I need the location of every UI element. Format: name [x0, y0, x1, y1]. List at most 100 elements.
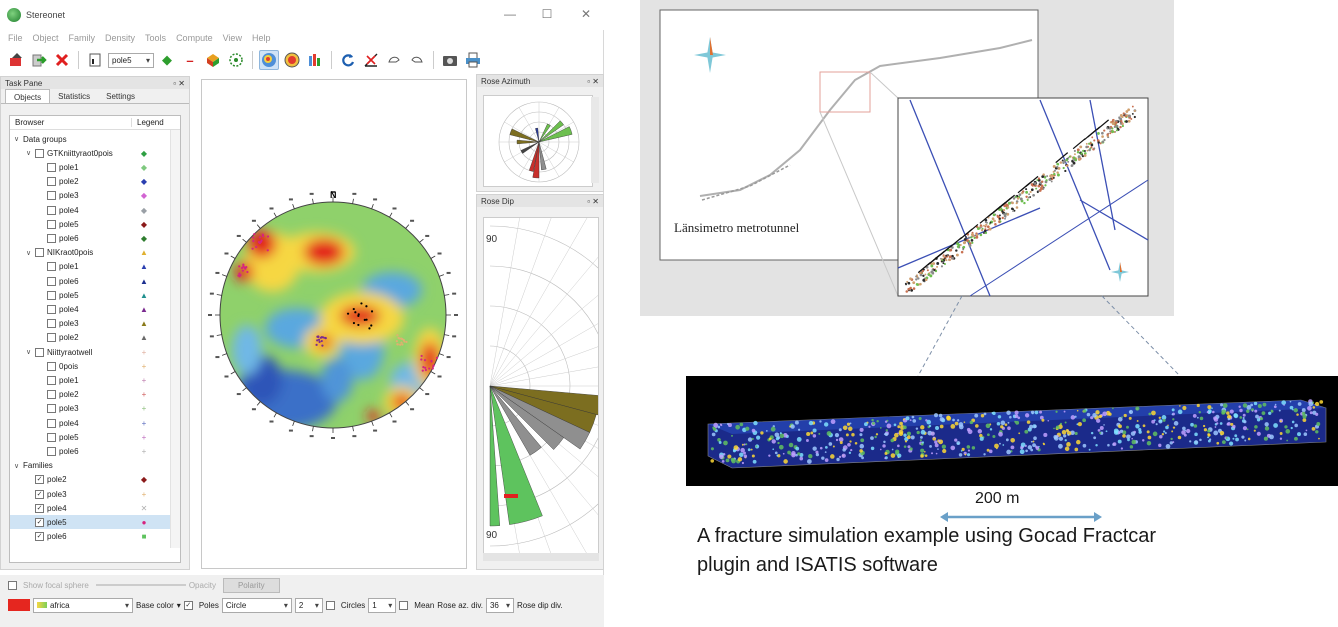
tree-checkbox[interactable]: ✓ — [35, 503, 44, 513]
expand-chevron-icon[interactable]: ∨ — [26, 249, 35, 257]
pole-shape-select[interactable]: Circle — [221, 597, 292, 613]
expand-chevron-icon[interactable]: ∨ — [26, 348, 35, 356]
tree-row[interactable]: pole1 ▲ — [10, 260, 180, 274]
tree-checkbox[interactable] — [47, 177, 56, 187]
camera-icon[interactable] — [440, 50, 460, 70]
tree-row[interactable]: pole3 ◆ — [10, 189, 180, 203]
rotate-icon[interactable] — [338, 50, 358, 70]
tree-checkbox[interactable]: ✓ — [35, 489, 44, 499]
tree-row[interactable]: pole4 + — [10, 416, 180, 430]
tree-checkbox[interactable] — [35, 148, 44, 158]
expand-chevron-icon[interactable]: ∨ — [14, 462, 23, 470]
tab-statistics[interactable]: Statistics — [50, 89, 98, 103]
tree-checkbox[interactable] — [47, 304, 56, 314]
tree-row[interactable]: pole2 + — [10, 388, 180, 402]
histogram-icon[interactable] — [305, 50, 325, 70]
menu-object[interactable]: Object — [33, 33, 59, 43]
tree-checkbox[interactable] — [47, 205, 56, 215]
rose-azimuth-close-icon[interactable]: ▫ ✕ — [587, 77, 599, 86]
column-legend[interactable]: Legend — [132, 118, 164, 127]
tree-row[interactable]: ∨ NIKraot0pois ▲ — [10, 246, 180, 260]
cube-icon[interactable] — [203, 50, 223, 70]
circles-spinner[interactable]: 1 — [368, 597, 397, 613]
maximize-icon[interactable]: ☐ — [537, 7, 557, 21]
expand-chevron-icon[interactable]: ∨ — [26, 149, 35, 157]
tree-checkbox[interactable] — [47, 404, 56, 414]
tree-row[interactable]: ✓ pole6 ■ — [10, 530, 180, 544]
column-browser[interactable]: Browser — [10, 118, 132, 127]
tree-row[interactable]: pole2 ◆ — [10, 175, 180, 189]
tree-row[interactable]: pole4 ◆ — [10, 203, 180, 217]
rose-dip-close-icon[interactable]: ▫ ✕ — [587, 197, 599, 206]
tree-checkbox[interactable] — [47, 361, 56, 371]
tree-checkbox[interactable] — [47, 191, 56, 201]
tree-checkbox[interactable] — [47, 333, 56, 343]
tree-checkbox[interactable] — [35, 248, 44, 258]
tab-objects[interactable]: Objects — [5, 89, 51, 103]
density-plot-icon[interactable] — [259, 50, 279, 70]
tree-row[interactable]: pole5 + — [10, 430, 180, 444]
polarity-button[interactable]: Polarity — [222, 577, 280, 593]
network-icon[interactable] — [226, 50, 246, 70]
print-icon[interactable] — [463, 50, 483, 70]
minimize-icon[interactable]: — — [500, 7, 520, 21]
contour-plot-icon[interactable] — [282, 50, 302, 70]
tree-checkbox[interactable] — [47, 233, 56, 243]
tree-row[interactable]: pole1 ◆ — [10, 160, 180, 174]
tree-row[interactable]: pole3 + — [10, 402, 180, 416]
delete-icon[interactable] — [52, 50, 72, 70]
tree-checkbox[interactable] — [47, 418, 56, 428]
redo-icon[interactable] — [407, 50, 427, 70]
tab-settings[interactable]: Settings — [98, 89, 143, 103]
menu-family[interactable]: Family — [69, 33, 96, 43]
browser-vscrollbar[interactable] — [170, 130, 180, 548]
measure-angle-icon[interactable] — [361, 50, 381, 70]
tree-row[interactable]: ∨ Data groups — [10, 132, 180, 146]
menu-help[interactable]: Help — [252, 33, 271, 43]
tree-checkbox[interactable] — [35, 347, 44, 357]
pole-size-spinner[interactable]: 2 — [294, 597, 323, 613]
tree-checkbox[interactable] — [47, 319, 56, 329]
tree-row[interactable]: pole6 ▲ — [10, 274, 180, 288]
circles-checkbox[interactable] — [325, 600, 335, 610]
close-icon[interactable]: ✕ — [576, 7, 596, 21]
poles-checkbox[interactable]: ✓ — [183, 600, 193, 610]
menu-view[interactable]: View — [223, 33, 242, 43]
tree-checkbox[interactable]: ✓ — [35, 475, 44, 485]
expand-chevron-icon[interactable]: ∨ — [14, 135, 23, 143]
stereonet-plot[interactable]: N — [202, 80, 466, 568]
tree-row[interactable]: pole3 ▲ — [10, 317, 180, 331]
tree-checkbox[interactable] — [47, 262, 56, 272]
tree-row[interactable]: ✓ pole2 ◆ — [10, 473, 180, 487]
menu-file[interactable]: File — [8, 33, 23, 43]
tree-row[interactable]: pole1 + — [10, 373, 180, 387]
pane-float-close-icon[interactable]: ▫ ✕ — [173, 79, 185, 88]
tree-row[interactable]: pole2 ▲ — [10, 331, 180, 345]
tree-row[interactable]: ✓ pole3 + — [10, 487, 180, 501]
tree-row[interactable]: pole5 ◆ — [10, 217, 180, 231]
tree-checkbox[interactable] — [47, 290, 56, 300]
tree-checkbox[interactable]: ✓ — [35, 532, 44, 542]
tree-row[interactable]: ∨ Niittyraotwell + — [10, 345, 180, 359]
menu-tools[interactable]: Tools — [145, 33, 166, 43]
tree-row[interactable]: pole6 ◆ — [10, 231, 180, 245]
group-selector[interactable]: pole5 — [108, 52, 154, 68]
stereonet-canvas[interactable]: N — [201, 79, 467, 569]
color-swatch[interactable] — [8, 599, 30, 611]
menu-compute[interactable]: Compute — [176, 33, 213, 43]
remove-point-icon[interactable]: – — [180, 50, 200, 70]
tree-checkbox[interactable] — [47, 162, 56, 172]
tree-checkbox[interactable] — [47, 219, 56, 229]
open-data-icon[interactable] — [6, 50, 26, 70]
tree-row[interactable]: 0pois + — [10, 359, 180, 373]
tree-row[interactable]: pole4 ▲ — [10, 302, 180, 316]
tree-checkbox[interactable] — [47, 276, 56, 286]
rose-dip-scrollbar[interactable] — [483, 553, 599, 561]
tree-checkbox[interactable]: ✓ — [35, 517, 44, 527]
tree-row[interactable]: ∨ Families — [10, 459, 180, 473]
opacity-slider[interactable] — [95, 584, 186, 586]
tree-row[interactable]: pole6 + — [10, 444, 180, 458]
undo-icon[interactable] — [384, 50, 404, 70]
tree-checkbox[interactable] — [47, 375, 56, 385]
tree-row[interactable]: pole5 ▲ — [10, 288, 180, 302]
